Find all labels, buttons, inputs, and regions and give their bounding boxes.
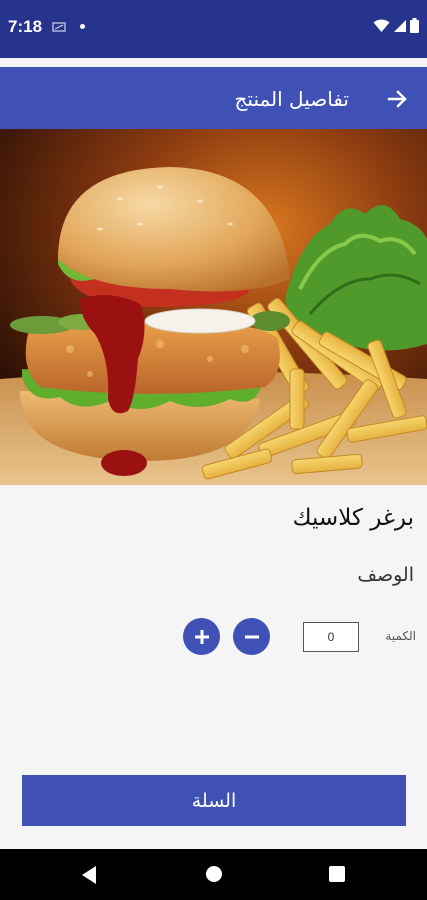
wifi-icon — [373, 18, 390, 32]
home-circle-icon[interactable] — [206, 866, 222, 882]
minus-icon — [244, 635, 259, 638]
plus-icon — [194, 629, 209, 644]
back-button[interactable] — [381, 83, 413, 115]
status-bar: 7:18 — [0, 0, 427, 58]
product-name: برغر كلاسيك — [292, 505, 414, 531]
page-title: تفاصيل المنتج — [234, 87, 350, 111]
battery-icon — [410, 18, 419, 33]
quantity-input[interactable]: 0 — [303, 622, 359, 652]
description-label: الوصف — [357, 564, 414, 586]
notification-dot-icon — [80, 24, 85, 29]
signal-icon — [394, 19, 406, 32]
app-bar — [0, 67, 427, 129]
arrow-right-icon — [387, 90, 407, 108]
recents-square-icon[interactable] — [329, 866, 345, 882]
back-triangle-icon[interactable] — [80, 865, 98, 885]
cart-button[interactable]: السلة — [22, 775, 406, 826]
decrement-button[interactable] — [233, 618, 270, 655]
product-image — [0, 129, 427, 485]
sim-icon — [52, 22, 66, 32]
increment-button[interactable] — [183, 618, 220, 655]
quantity-label: الكمية — [385, 629, 416, 643]
status-time: 7:18 — [8, 17, 43, 36]
burger-with-fries-photo — [0, 129, 427, 485]
status-icons — [373, 18, 419, 33]
quantity-value: 0 — [327, 630, 335, 644]
